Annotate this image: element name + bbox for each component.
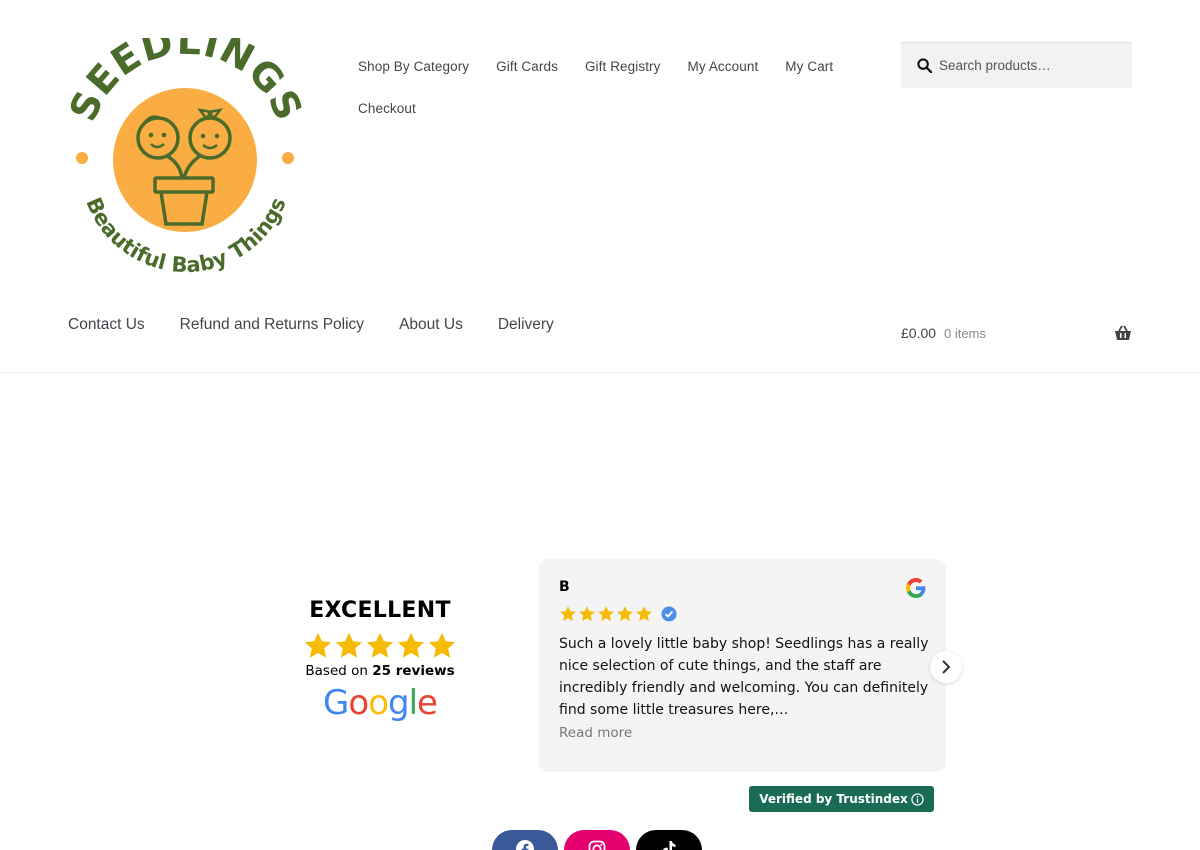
review-stars	[559, 605, 926, 623]
star-icon	[335, 632, 363, 658]
star-icon	[397, 632, 425, 658]
rating-stars	[290, 631, 470, 661]
facebook-icon	[516, 840, 534, 850]
reviewer-name: B	[559, 579, 570, 595]
star-icon	[617, 606, 633, 621]
google-letter: o	[348, 683, 369, 723]
chevron-right-icon	[942, 660, 951, 674]
nav-checkout[interactable]: Checkout	[358, 101, 416, 116]
nav-gift-registry[interactable]: Gift Registry	[585, 59, 661, 74]
rating-summary: EXCELLENT Based on 25 reviews Google	[290, 598, 470, 723]
star-icon	[304, 632, 332, 658]
rating-title: EXCELLENT	[309, 598, 451, 623]
star-icon	[366, 632, 394, 658]
nav-about-us[interactable]: About Us	[399, 316, 463, 333]
info-icon	[911, 792, 924, 806]
header-divider	[0, 372, 1200, 373]
google-letter: l	[408, 683, 419, 723]
verified-badge-label: Verified by Trustindex	[759, 792, 908, 806]
instagram-button[interactable]	[564, 830, 630, 850]
google-letter: o	[368, 683, 389, 723]
cart-amount: £0.00	[901, 325, 937, 341]
nav-my-account[interactable]: My Account	[688, 59, 759, 74]
logo-dot-left	[76, 152, 88, 164]
nav-delivery[interactable]: Delivery	[498, 316, 554, 333]
rating-based-on: Based on 25 reviews	[290, 663, 470, 679]
google-logo: Google	[290, 683, 470, 723]
search-icon[interactable]	[917, 58, 932, 73]
site-logo[interactable]: SEEDLINGS Beautiful Baby Things	[60, 19, 311, 278]
primary-navigation: Shop By Category Gift Cards Gift Registr…	[358, 45, 878, 129]
trustindex-verified-badge[interactable]: Verified by Trustindex	[749, 786, 934, 812]
next-review-button[interactable]	[930, 651, 962, 683]
star-icon	[636, 606, 652, 621]
rating-based-on-prefix: Based on	[305, 663, 373, 679]
secondary-navigation: Contact Us Refund and Returns Policy Abo…	[68, 316, 589, 334]
star-icon	[579, 606, 595, 621]
nav-my-cart[interactable]: My Cart	[785, 59, 833, 74]
facebook-button[interactable]	[492, 830, 558, 850]
google-letter: g	[388, 683, 410, 723]
instagram-icon	[588, 840, 606, 850]
read-more-link[interactable]: Read more	[559, 725, 632, 741]
star-icon	[428, 632, 456, 658]
seedlings-logo-graphic: SEEDLINGS Beautiful Baby Things	[61, 19, 311, 278]
cart-item-count: 0 items	[944, 325, 986, 341]
nav-gift-cards[interactable]: Gift Cards	[496, 59, 558, 74]
logo-orange-circle	[113, 88, 257, 232]
basket-icon	[1115, 325, 1131, 340]
google-letter: e	[417, 683, 438, 723]
google-letter: G	[323, 683, 349, 723]
nav-contact-us[interactable]: Contact Us	[68, 316, 145, 333]
nav-refund-returns-policy[interactable]: Refund and Returns Policy	[180, 316, 364, 333]
star-icon	[598, 606, 614, 621]
verified-icon	[661, 606, 677, 622]
rating-review-count: 25 reviews	[372, 663, 455, 679]
tiktok-icon	[662, 841, 676, 850]
nav-shop-by-category[interactable]: Shop By Category	[358, 59, 469, 74]
tiktok-button[interactable]	[636, 830, 702, 850]
header-cart[interactable]: £0.00 0 items	[901, 316, 1132, 350]
search-input[interactable]	[939, 58, 1119, 73]
review-card: B Such a lovely little baby shop! Seedli…	[539, 559, 946, 772]
logo-dot-right	[282, 152, 294, 164]
review-text: Such a lovely little baby shop! Seedling…	[559, 636, 929, 718]
google-g-icon	[906, 578, 926, 598]
star-icon	[560, 606, 576, 621]
product-search	[901, 42, 1132, 88]
